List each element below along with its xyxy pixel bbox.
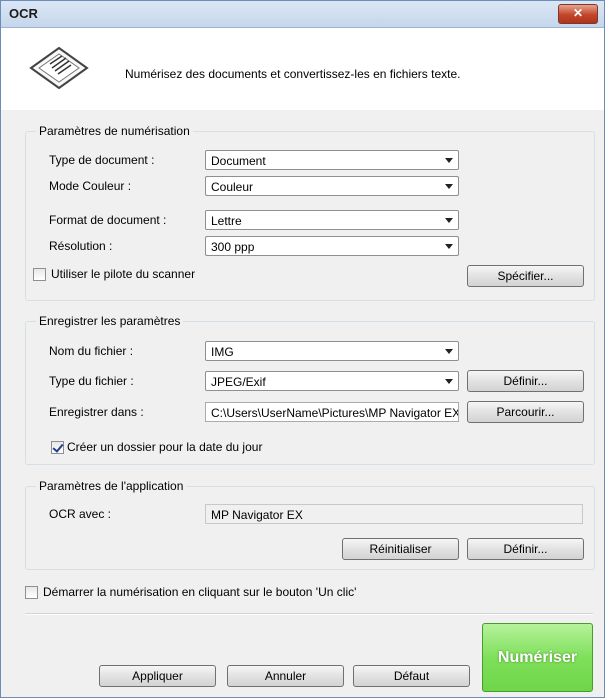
color-mode-value: Couleur bbox=[211, 180, 254, 194]
resolution-label: Résolution : bbox=[49, 239, 113, 253]
scan-settings-title: Paramètres de numérisation bbox=[36, 124, 193, 138]
reset-button[interactable]: Réinitialiser bbox=[342, 538, 459, 560]
use-scanner-driver-checkbox[interactable] bbox=[33, 268, 46, 281]
default-button[interactable]: Défaut bbox=[353, 665, 470, 687]
scan-button[interactable]: Numériser bbox=[482, 623, 593, 692]
app-set-button[interactable]: Définir... bbox=[467, 538, 584, 560]
window-title: OCR bbox=[9, 6, 38, 21]
ocr-with-label: OCR avec : bbox=[49, 507, 112, 521]
color-mode-select[interactable]: Couleur bbox=[205, 176, 459, 196]
file-name-combo[interactable]: IMG bbox=[205, 341, 459, 361]
file-type-label: Type du fichier : bbox=[49, 374, 134, 388]
document-type-label: Type de document : bbox=[49, 153, 155, 167]
save-in-path-value: C:\Users\UserName\Pictures\MP Navigator … bbox=[211, 406, 459, 420]
document-size-value: Lettre bbox=[211, 214, 242, 228]
save-in-path-field[interactable]: C:\Users\UserName\Pictures\MP Navigator … bbox=[205, 402, 459, 422]
create-subfolder-label: Créer un dossier pour la date du jour bbox=[67, 440, 263, 454]
apply-button[interactable]: Appliquer bbox=[99, 665, 216, 687]
title-bar: OCR ✕ bbox=[1, 1, 604, 28]
one-click-label: Démarrer la numérisation en cliquant sur… bbox=[43, 585, 357, 599]
browse-button[interactable]: Parcourir... bbox=[467, 401, 584, 423]
resolution-value: 300 ppp bbox=[211, 240, 255, 254]
use-scanner-driver-label: Utiliser le pilote du scanner bbox=[51, 267, 196, 281]
chevron-down-icon bbox=[445, 158, 453, 163]
cancel-button[interactable]: Annuler bbox=[227, 665, 344, 687]
document-type-select[interactable]: Document bbox=[205, 150, 459, 170]
document-size-label: Format de document : bbox=[49, 213, 167, 227]
ocr-dialog: OCR ✕ Numérisez des documents et convert… bbox=[0, 0, 605, 698]
dialog-header: Numérisez des documents et convertissez-… bbox=[1, 28, 604, 110]
app-settings-title: Paramètres de l'application bbox=[36, 479, 187, 493]
ocr-with-field: MP Navigator EX bbox=[205, 504, 583, 524]
one-click-checkbox[interactable] bbox=[25, 586, 38, 599]
specify-button[interactable]: Spécifier... bbox=[467, 265, 584, 287]
color-mode-label: Mode Couleur : bbox=[49, 179, 132, 193]
ocr-with-value: MP Navigator EX bbox=[211, 508, 303, 522]
file-type-select[interactable]: JPEG/Exif bbox=[205, 371, 459, 391]
file-name-label: Nom du fichier : bbox=[49, 344, 134, 358]
chevron-down-icon bbox=[445, 379, 453, 384]
document-icon bbox=[29, 46, 89, 90]
save-settings-title: Enregistrer les paramètres bbox=[36, 314, 184, 328]
save-in-label: Enregistrer dans : bbox=[49, 405, 144, 419]
file-name-value: IMG bbox=[211, 345, 234, 359]
create-subfolder-checkbox[interactable] bbox=[51, 441, 64, 454]
document-type-value: Document bbox=[211, 154, 266, 168]
header-description: Numérisez des documents et convertissez-… bbox=[125, 67, 461, 81]
close-button[interactable]: ✕ bbox=[558, 4, 598, 24]
document-size-select[interactable]: Lettre bbox=[205, 210, 459, 230]
footer-separator bbox=[25, 613, 593, 615]
chevron-down-icon bbox=[445, 349, 453, 354]
chevron-down-icon bbox=[445, 244, 453, 249]
file-type-value: JPEG/Exif bbox=[211, 375, 266, 389]
chevron-down-icon bbox=[445, 184, 453, 189]
file-type-set-button[interactable]: Définir... bbox=[467, 370, 584, 392]
chevron-down-icon bbox=[445, 218, 453, 223]
resolution-select[interactable]: 300 ppp bbox=[205, 236, 459, 256]
